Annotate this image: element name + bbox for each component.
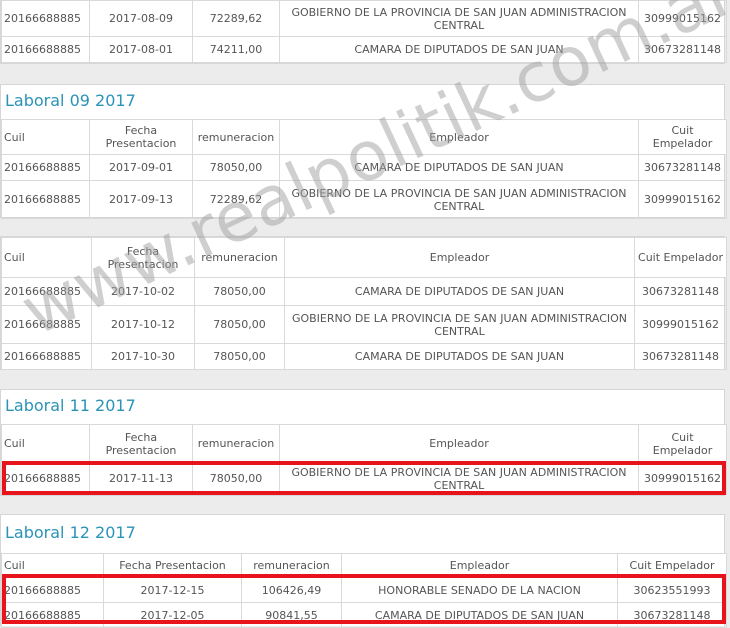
table-row: 20166688885 2017-12-15 106426,49 HONORAB…: [1, 577, 727, 603]
header-remuneracion: remuneracion: [192, 424, 280, 463]
cell-fecha: 2017-12-15: [103, 577, 242, 603]
panel-title: Laboral 12 2017: [5, 523, 136, 542]
header-cuil: Cuil: [1, 424, 90, 463]
cell-fecha: 2017-08-01: [89, 36, 193, 63]
cell-fecha: 2017-10-30: [91, 343, 195, 370]
cell-empleador: CAMARA DE DIPUTADOS DE SAN JUAN: [284, 277, 635, 306]
header-cuit: Cuit Empelador: [634, 237, 727, 278]
cell-cuil: 20166688885: [1, 0, 90, 37]
cell-remuneracion: 78050,00: [194, 343, 285, 370]
cell-cuit: 30673281148: [638, 154, 727, 181]
cell-empleador: HONORABLE SENADO DE LA NACION: [341, 577, 618, 603]
table-laboral-12: Cuil Fecha Presentacion remuneracion Emp…: [1, 553, 727, 628]
cell-remuneracion: 78050,00: [192, 154, 280, 181]
cell-cuil: 20166688885: [1, 277, 92, 306]
panel-laboral-10: Cuil Fecha Presentacion remuneracion Emp…: [0, 236, 727, 370]
header-remuneracion: remuneracion: [194, 237, 285, 278]
table-laboral-11: Cuil Fecha Presentacion remuneracion Emp…: [1, 424, 727, 495]
cell-fecha: 2017-10-12: [91, 305, 195, 344]
panel-laboral-11: Laboral 11 2017 Cuil Fecha Presentacion …: [0, 389, 727, 496]
table-header-row: Cuil Fecha Presentacion remuneracion Emp…: [1, 553, 727, 578]
header-cuit: Cuit Empelador: [638, 424, 727, 463]
header-empleador: Empleador: [341, 553, 618, 578]
panel-laboral-09: Laboral 09 2017 Cuil Fecha Presentacion …: [0, 84, 727, 219]
table-laboral-08: 20166688885 2017-08-09 72289,62 GOBIERNO…: [1, 0, 727, 63]
cell-fecha: 2017-12-05: [103, 602, 242, 628]
cell-cuil: 20166688885: [1, 305, 92, 344]
header-fecha: Fecha Presentacion: [103, 553, 242, 578]
cell-cuit: 30999015162: [638, 0, 727, 37]
table-row: 20166688885 2017-11-13 78050,00 GOBIERNO…: [1, 462, 727, 495]
cell-remuneracion: 78050,00: [194, 277, 285, 306]
cell-remuneracion: 90841,55: [241, 602, 342, 628]
cell-remuneracion: 74211,00: [192, 36, 280, 63]
panel-title: Laboral 09 2017: [5, 91, 136, 110]
cell-remuneracion: 72289,62: [192, 0, 280, 37]
cell-empleador: CAMARA DE DIPUTADOS DE SAN JUAN: [341, 602, 618, 628]
panel-laboral-08: 20166688885 2017-08-09 72289,62 GOBIERNO…: [0, 0, 727, 64]
header-cuit: Cuit Empelador: [617, 553, 727, 578]
table-row: 20166688885 2017-10-02 78050,00 CAMARA D…: [1, 277, 727, 306]
panel-laboral-12: Laboral 12 2017 Cuil Fecha Presentacion …: [0, 514, 727, 628]
cell-cuil: 20166688885: [1, 462, 90, 495]
cell-remuneracion: 78050,00: [194, 305, 285, 344]
cell-empleador: CAMARA DE DIPUTADOS DE SAN JUAN: [284, 343, 635, 370]
cell-empleador: GOBIERNO DE LA PROVINCIA DE SAN JUAN ADM…: [279, 0, 639, 37]
cell-cuit: 30999015162: [634, 305, 727, 344]
cell-empleador: GOBIERNO DE LA PROVINCIA DE SAN JUAN ADM…: [279, 180, 639, 219]
table-row: 20166688885 2017-10-12 78050,00 GOBIERNO…: [1, 305, 727, 344]
cell-fecha: 2017-09-13: [89, 180, 193, 219]
header-empleador: Empleador: [279, 119, 639, 155]
cell-remuneracion: 72289,62: [192, 180, 280, 219]
cell-cuil: 20166688885: [1, 343, 92, 370]
header-fecha: Fecha Presentacion: [89, 119, 193, 155]
cell-remuneracion: 106426,49: [241, 577, 342, 603]
cell-empleador: CAMARA DE DIPUTADOS DE SAN JUAN: [279, 36, 639, 63]
panel-title: Laboral 11 2017: [5, 396, 136, 415]
cell-fecha: 2017-08-09: [89, 0, 193, 37]
cell-empleador: CAMARA DE DIPUTADOS DE SAN JUAN: [279, 154, 639, 181]
cell-cuil: 20166688885: [1, 154, 90, 181]
cell-cuil: 20166688885: [1, 36, 90, 63]
cell-cuit: 30673281148: [634, 277, 727, 306]
header-remuneracion: remuneracion: [192, 119, 280, 155]
cell-cuil: 20166688885: [1, 602, 104, 628]
cell-fecha: 2017-10-02: [91, 277, 195, 306]
cell-cuil: 20166688885: [1, 577, 104, 603]
header-fecha: Fecha Presentacion: [89, 424, 193, 463]
header-fecha: Fecha Presentacion: [91, 237, 195, 278]
cell-cuit: 30673281148: [634, 343, 727, 370]
cell-empleador: GOBIERNO DE LA PROVINCIA DE SAN JUAN ADM…: [284, 305, 635, 344]
cell-cuit: 30999015162: [638, 180, 727, 219]
table-header-row: Cuil Fecha Presentacion remuneracion Emp…: [1, 119, 727, 155]
cell-cuit: 30673281148: [638, 36, 727, 63]
header-cuil: Cuil: [1, 237, 92, 278]
header-cuil: Cuil: [1, 119, 90, 155]
table-row: 20166688885 2017-08-09 72289,62 GOBIERNO…: [1, 0, 727, 37]
cell-cuit: 30623551993: [617, 577, 727, 603]
header-empleador: Empleador: [279, 424, 639, 463]
table-row: 20166688885 2017-09-13 72289,62 GOBIERNO…: [1, 180, 727, 219]
table-header-row: Cuil Fecha Presentacion remuneracion Emp…: [1, 237, 727, 278]
table-laboral-10: Cuil Fecha Presentacion remuneracion Emp…: [1, 237, 727, 370]
table-laboral-09: Cuil Fecha Presentacion remuneracion Emp…: [1, 119, 727, 219]
header-cuil: Cuil: [1, 553, 104, 578]
table-row: 20166688885 2017-10-30 78050,00 CAMARA D…: [1, 343, 727, 370]
cell-fecha: 2017-11-13: [89, 462, 193, 495]
header-cuit: Cuit Empelador: [638, 119, 727, 155]
cell-empleador: GOBIERNO DE LA PROVINCIA DE SAN JUAN ADM…: [279, 462, 639, 495]
cell-cuit: 30673281148: [617, 602, 727, 628]
table-header-row: Cuil Fecha Presentacion remuneracion Emp…: [1, 424, 727, 463]
table-row: 20166688885 2017-09-01 78050,00 CAMARA D…: [1, 154, 727, 181]
table-row: 20166688885 2017-12-05 90841,55 CAMARA D…: [1, 602, 727, 628]
table-row: 20166688885 2017-08-01 74211,00 CAMARA D…: [1, 36, 727, 63]
cell-fecha: 2017-09-01: [89, 154, 193, 181]
header-remuneracion: remuneracion: [241, 553, 342, 578]
cell-remuneracion: 78050,00: [192, 462, 280, 495]
cell-cuit: 30999015162: [638, 462, 727, 495]
cell-cuil: 20166688885: [1, 180, 90, 219]
header-empleador: Empleador: [284, 237, 635, 278]
